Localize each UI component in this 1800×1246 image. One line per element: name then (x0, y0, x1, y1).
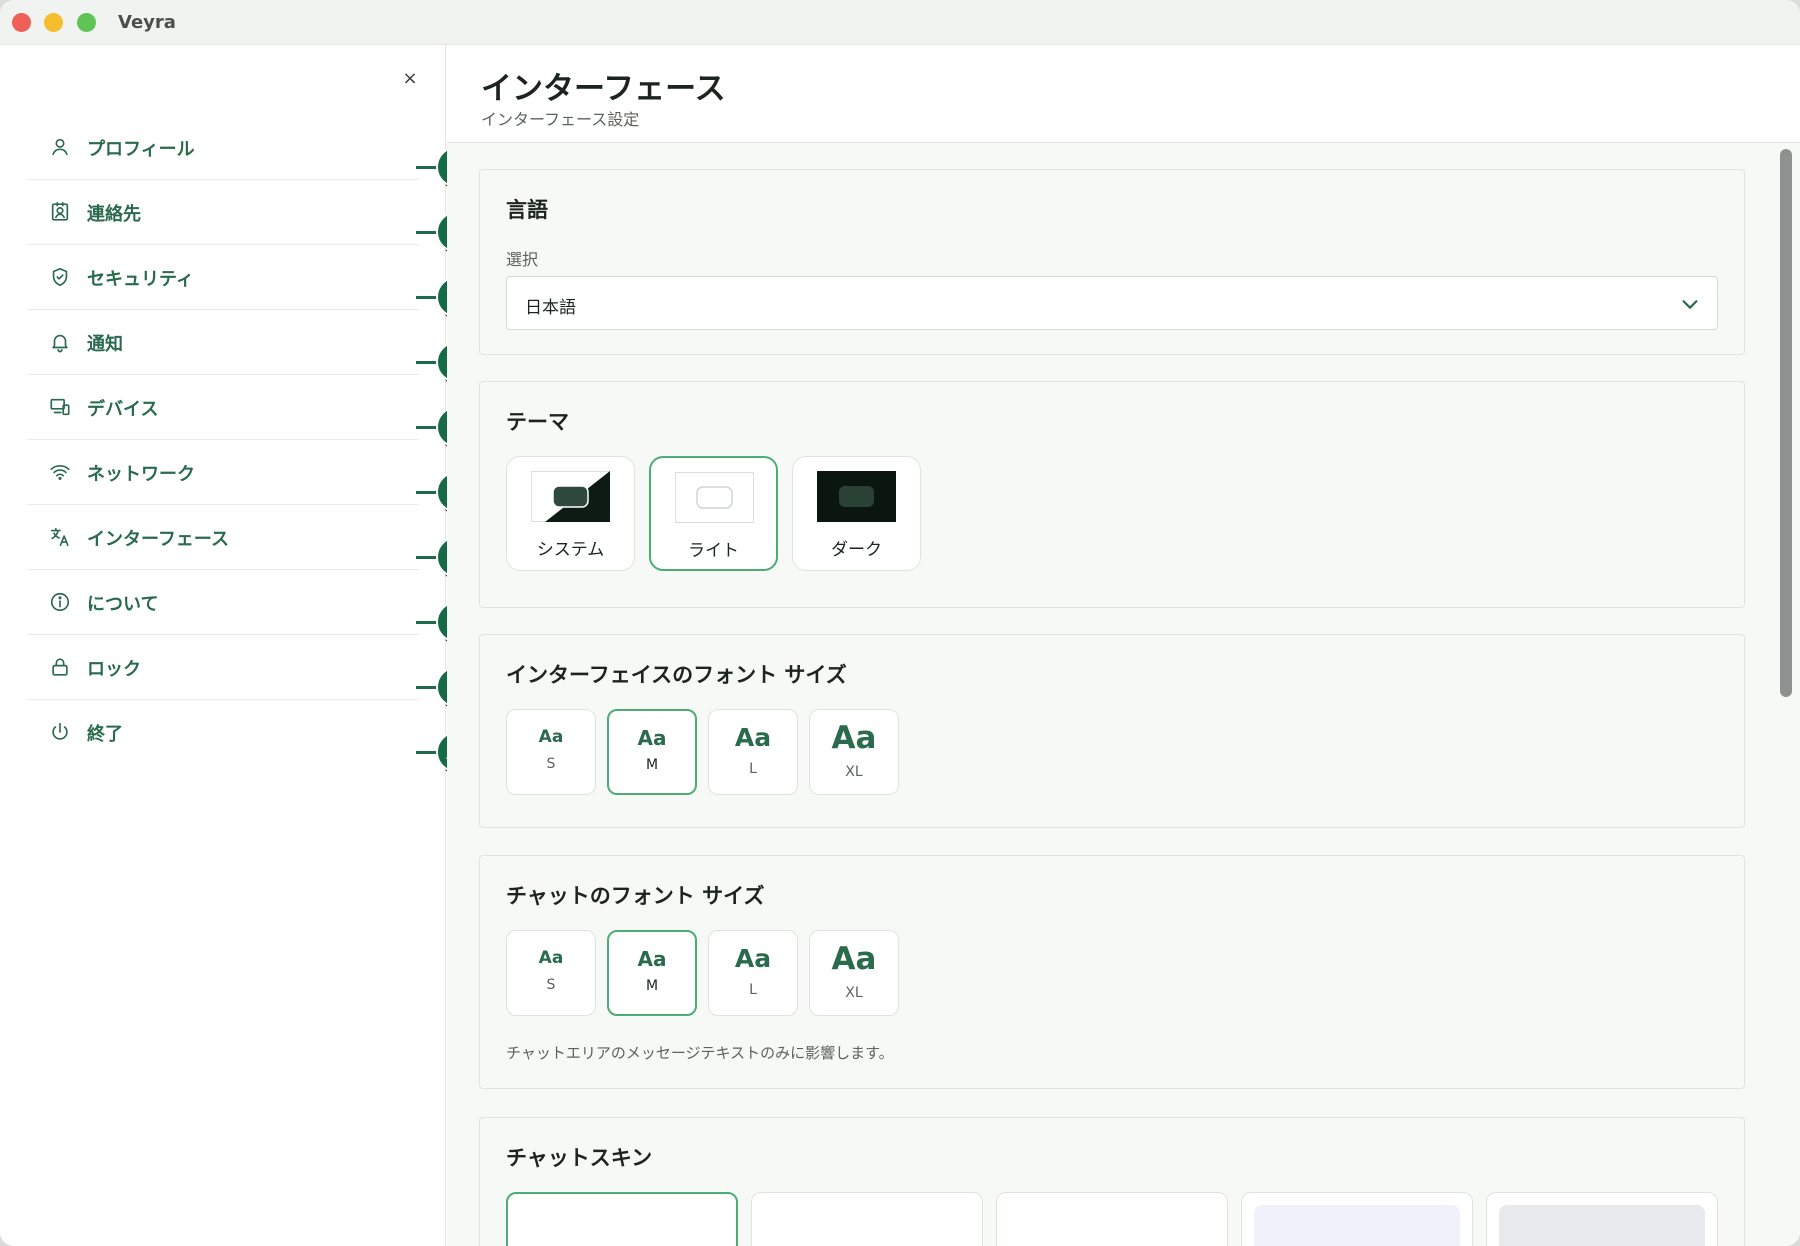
chat-skin-option-1[interactable] (506, 1192, 738, 1246)
app-window: Veyra × プロフィール 連絡先 セキュリティ 通知 デバイス ネットワーク… (0, 0, 1800, 1246)
font-sample: Aa (734, 944, 772, 973)
sidebar-item-interface[interactable]: インターフェース (27, 505, 419, 570)
theme-option-dark[interactable]: ダーク (792, 456, 921, 571)
bell-icon (49, 331, 71, 353)
theme-option-light[interactable]: ライト (649, 456, 778, 571)
font-sample: Aa (831, 720, 877, 756)
main-header: インターフェース インターフェース設定 (447, 45, 1800, 143)
font-sample: Aa (538, 727, 564, 747)
theme-light-preview (675, 472, 754, 523)
font-sample: Aa (538, 948, 564, 968)
interface-font-size-l[interactable]: Aa L (708, 709, 798, 795)
theme-option-label: ライト (688, 541, 739, 561)
sidebar-item-label: インターフェース (87, 529, 230, 550)
sidebar-item-label: ネットワーク (87, 464, 195, 485)
chat-font-size-title: チャットのフォント サイズ (506, 884, 765, 908)
sidebar-item-label: 通知 (87, 334, 123, 355)
font-size-label: M (645, 757, 659, 773)
devices-icon (49, 396, 71, 418)
sidebar-item-security[interactable]: セキュリティ (27, 245, 419, 310)
info-icon (49, 591, 71, 613)
theme-title: テーマ (506, 410, 569, 434)
font-sample: Aa (734, 723, 772, 752)
interface-font-size-title: インターフェイスのフォント サイズ (506, 663, 847, 687)
sidebar-item-label: 終了 (87, 724, 123, 745)
page-title: インターフェース (481, 71, 726, 107)
theme-card: テーマ システム ライト ダーク (479, 381, 1745, 608)
chat-skin-option-4[interactable] (1241, 1192, 1473, 1246)
font-size-label: XL (845, 985, 863, 1001)
sidebar-item-devices[interactable]: デバイス (27, 375, 419, 440)
sidebar-item-notifications[interactable]: 通知 (27, 310, 419, 375)
theme-option-label: システム (536, 540, 605, 560)
language-select-value: 日本語 (525, 298, 576, 318)
theme-option-label: ダーク (831, 540, 882, 560)
chat-font-size-xl[interactable]: Aa XL (809, 930, 899, 1016)
app-title: Veyra (118, 12, 176, 33)
sidebar-item-label: デバイス (87, 399, 159, 420)
language-card: 言語 選択 日本語 (479, 169, 1745, 355)
theme-dark-preview (817, 471, 896, 522)
scrollbar-thumb[interactable] (1780, 149, 1792, 697)
interface-font-size-m[interactable]: Aa M (607, 709, 697, 795)
font-size-label: L (749, 982, 757, 998)
sidebar-item-network[interactable]: ネットワーク (27, 440, 419, 505)
language-title: 言語 (506, 198, 548, 222)
power-icon (49, 721, 71, 743)
font-size-label: L (749, 761, 757, 777)
user-icon (49, 136, 71, 158)
chat-skin-option-3[interactable] (996, 1192, 1228, 1246)
close-icon[interactable]: × (400, 69, 420, 89)
chat-skin-preview (1254, 1205, 1460, 1246)
sidebar-item-quit[interactable]: 終了 (27, 700, 419, 765)
font-sample: Aa (831, 941, 877, 977)
sidebar-item-profile[interactable]: プロフィール (27, 115, 419, 180)
chat-skin-preview (1499, 1205, 1705, 1246)
theme-system-preview (531, 471, 610, 522)
chevron-down-icon (1679, 293, 1701, 315)
sidebar-item-label: ロック (87, 659, 141, 680)
chat-font-size-s[interactable]: Aa S (506, 930, 596, 1016)
sidebar-item-about[interactable]: について (27, 570, 419, 635)
sidebar-item-label: 連絡先 (87, 204, 141, 225)
sidebar-item-label: プロフィール (87, 139, 195, 160)
title-bar: Veyra (0, 0, 1800, 45)
language-select[interactable]: 日本語 (506, 276, 1718, 330)
contact-card-icon (49, 201, 71, 223)
lock-icon (49, 656, 71, 678)
chat-skin-title: チャットスキン (506, 1146, 653, 1170)
settings-content: 言語 選択 日本語 テーマ システム ライト ダーク インターフェイスのフォント… (447, 143, 1800, 1246)
sidebar-item-contacts[interactable]: 連絡先 (27, 180, 419, 245)
theme-option-system[interactable]: システム (506, 456, 635, 571)
wifi-icon (49, 461, 71, 483)
translate-icon (49, 526, 71, 548)
window-minimize-button[interactable] (44, 13, 63, 32)
font-sample: Aa (637, 947, 667, 971)
window-close-button[interactable] (12, 13, 31, 32)
chat-font-size-l[interactable]: Aa L (708, 930, 798, 1016)
sidebar-item-label: セキュリティ (87, 269, 194, 290)
sidebar-item-lock[interactable]: ロック (27, 635, 419, 700)
chat-font-size-m[interactable]: Aa M (607, 930, 697, 1016)
chat-skin-option-2[interactable] (751, 1192, 983, 1246)
font-size-label: M (645, 978, 659, 994)
interface-font-size-card: インターフェイスのフォント サイズ Aa S Aa M Aa L Aa XL (479, 634, 1745, 828)
font-size-label: XL (845, 764, 863, 780)
sidebar: × プロフィール 連絡先 セキュリティ 通知 デバイス ネットワーク インターフ… (0, 45, 482, 1246)
scrollbar[interactable] (1776, 145, 1794, 1246)
chat-font-size-hint: チャットエリアのメッセージテキストのみに影響します。 (506, 1044, 894, 1062)
interface-font-size-s[interactable]: Aa S (506, 709, 596, 795)
sidebar-item-label: について (87, 594, 159, 615)
font-sample: Aa (637, 726, 667, 750)
shield-icon (49, 266, 71, 288)
chat-skin-card: チャットスキン (479, 1117, 1745, 1246)
language-select-label: 選択 (506, 250, 539, 269)
chat-skin-option-5[interactable] (1486, 1192, 1718, 1246)
chat-font-size-card: チャットのフォント サイズ Aa S Aa M Aa L Aa XL チャットエ… (479, 855, 1745, 1089)
page-subtitle: インターフェース設定 (481, 110, 640, 129)
window-maximize-button[interactable] (77, 13, 96, 32)
font-size-label: S (546, 977, 556, 993)
interface-font-size-xl[interactable]: Aa XL (809, 709, 899, 795)
font-size-label: S (546, 756, 556, 772)
